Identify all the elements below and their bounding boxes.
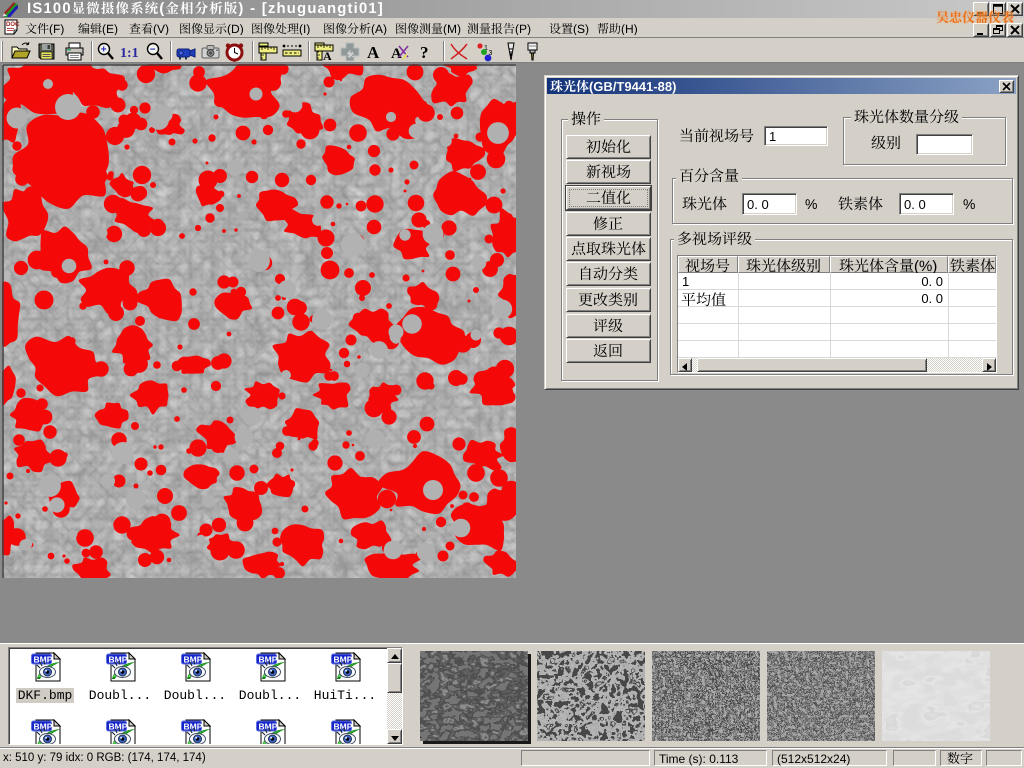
svg-text:BMP: BMP (109, 722, 128, 732)
svg-text:1:1: 1:1 (120, 46, 139, 61)
svg-text:BMP: BMP (334, 722, 353, 732)
svg-text:DOC: DOC (6, 22, 19, 28)
svg-text:A: A (367, 43, 380, 62)
svg-text:+: + (101, 45, 107, 56)
svg-text:BMP: BMP (259, 655, 278, 665)
svg-text:BMP: BMP (334, 655, 353, 665)
svg-text:BMP: BMP (184, 655, 203, 665)
svg-text:BMP: BMP (259, 722, 278, 732)
svg-text:BMP: BMP (184, 722, 203, 732)
svg-text:BMP: BMP (34, 655, 53, 665)
svg-text:−: − (150, 45, 156, 56)
svg-text:BMP: BMP (109, 655, 128, 665)
svg-text:BMP: BMP (34, 722, 53, 732)
svg-text:?: ? (420, 43, 429, 62)
svg-text:A: A (323, 49, 332, 63)
